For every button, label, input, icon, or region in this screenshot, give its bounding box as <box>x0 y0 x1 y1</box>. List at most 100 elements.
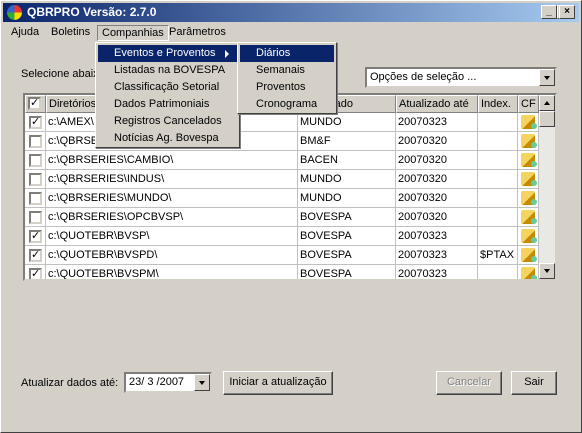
menu-item-registros-cancelados[interactable]: Registros Cancelados <box>98 113 237 130</box>
app-logo-icon <box>7 5 22 20</box>
cell-diretorio: c:\QBRSERIES\CAMBIO\ <box>46 151 298 170</box>
eventos-submenu: Diários Semanais Proventos Cronograma <box>237 42 337 114</box>
row-checkbox[interactable]: ✓ <box>29 230 42 243</box>
menu-item-listadas[interactable]: Listadas na BOVESPA <box>98 62 237 79</box>
companhias-dropdown: Eventos e Proventos Listadas na BOVESPA … <box>95 42 240 148</box>
cell-checkbox <box>25 151 46 170</box>
cell-index: $PTAX <box>478 246 518 265</box>
menu-item-label: Eventos e Proventos <box>114 47 216 59</box>
menu-item-eventos-proventos[interactable]: Eventos e Proventos <box>98 45 237 62</box>
cell-index <box>478 170 518 189</box>
menu-boletins[interactable]: Boletins <box>47 25 94 41</box>
row-checkbox[interactable] <box>29 154 42 167</box>
cell-cf <box>518 132 539 151</box>
cell-mercado: BOVESPA <box>298 227 396 246</box>
cell-atualizado: 20070320 <box>396 132 478 151</box>
cf-folder-icon[interactable] <box>521 172 537 186</box>
cell-cf <box>518 227 539 246</box>
calendar-dropdown-icon[interactable] <box>194 374 210 391</box>
row-checkbox[interactable] <box>29 173 42 186</box>
cancel-button[interactable]: Cancelar <box>436 371 502 395</box>
cell-index <box>478 113 518 132</box>
cell-checkbox <box>25 170 46 189</box>
menu-ajuda[interactable]: Ajuda <box>7 25 43 41</box>
cell-cf <box>518 208 539 227</box>
menu-parametros[interactable]: Parâmetros <box>165 25 230 41</box>
cf-folder-icon[interactable] <box>521 267 537 279</box>
cell-cf <box>518 265 539 279</box>
cf-folder-icon[interactable] <box>521 153 537 167</box>
submenu-item-diarios[interactable]: Diários <box>240 45 334 62</box>
header-select-all[interactable]: ✓ <box>25 95 46 113</box>
cell-cf <box>518 246 539 265</box>
submenu-item-semanais[interactable]: Semanais <box>240 62 334 79</box>
cell-atualizado: 20070320 <box>396 151 478 170</box>
cell-checkbox <box>25 208 46 227</box>
exit-button[interactable]: Sair <box>511 371 557 395</box>
row-checkbox[interactable] <box>29 135 42 148</box>
options-select-value: Opções de seleção ... <box>370 71 477 83</box>
cell-index <box>478 132 518 151</box>
submenu-item-proventos[interactable]: Proventos <box>240 79 334 96</box>
row-checkbox[interactable]: ✓ <box>29 249 42 262</box>
cell-checkbox <box>25 189 46 208</box>
app-window: QBRPRO Versão: 2.7.0 _ □ × Ajuda Boletin… <box>0 0 582 433</box>
start-update-button[interactable]: Iniciar a atualização <box>223 371 333 395</box>
date-picker[interactable]: 23/ 3 /2007 <box>124 372 212 393</box>
cell-mercado: BACEN <box>298 151 396 170</box>
cell-checkbox: ✓ <box>25 246 46 265</box>
cf-folder-icon[interactable] <box>521 248 537 262</box>
select-all-checkbox[interactable]: ✓ <box>28 97 41 110</box>
header-index[interactable]: Index. <box>478 95 518 113</box>
scroll-up-button[interactable] <box>539 95 555 111</box>
row-checkbox[interactable]: ✓ <box>29 268 42 279</box>
vertical-scrollbar[interactable] <box>539 95 555 279</box>
table-row[interactable]: c:\QBRSERIES\CAMBIO\ BACEN 20070320 <box>25 151 539 170</box>
table-row[interactable]: c:\QBRSERIES\MUNDO\ MUNDO 20070320 <box>25 189 539 208</box>
window-title: QBRPRO Versão: 2.7.0 <box>27 5 157 19</box>
cell-index <box>478 189 518 208</box>
cell-mercado: BOVESPA <box>298 265 396 279</box>
cell-diretorio: c:\QUOTEBR\BVSPM\ <box>46 265 298 279</box>
cf-folder-icon[interactable] <box>521 115 537 129</box>
cf-folder-icon[interactable] <box>521 191 537 205</box>
header-cf[interactable]: CF <box>518 95 539 113</box>
menu-companhias[interactable]: Companhias <box>97 25 169 41</box>
select-label: Selecione abaixo <box>21 68 105 80</box>
cell-index <box>478 151 518 170</box>
scroll-thumb[interactable] <box>539 111 555 127</box>
chevron-down-icon[interactable] <box>539 69 555 86</box>
menu-item-dados-patrimoniais[interactable]: Dados Patrimoniais <box>98 96 237 113</box>
cf-folder-icon[interactable] <box>521 134 537 148</box>
submenu-arrow-icon <box>225 50 229 58</box>
submenu-item-cronograma[interactable]: Cronograma <box>240 96 334 113</box>
cf-folder-icon[interactable] <box>521 229 537 243</box>
cell-atualizado: 20070320 <box>396 170 478 189</box>
cell-cf <box>518 151 539 170</box>
table-row[interactable]: ✓ c:\QUOTEBR\BVSPD\ BOVESPA 20070323 $PTAX <box>25 246 539 265</box>
row-checkbox[interactable] <box>29 192 42 205</box>
row-checkbox[interactable]: ✓ <box>29 116 42 129</box>
table-row[interactable]: c:\QBRSERIES\OPCBVSP\ BOVESPA 20070320 <box>25 208 539 227</box>
cell-checkbox: ✓ <box>25 265 46 279</box>
cf-folder-icon[interactable] <box>521 210 537 224</box>
row-checkbox[interactable] <box>29 211 42 224</box>
title-bar[interactable]: QBRPRO Versão: 2.7.0 _ □ <box>3 3 579 22</box>
minimize-button[interactable]: _ <box>541 5 557 19</box>
menu-item-noticias[interactable]: Notícias Ag. Bovespa <box>98 130 237 147</box>
cell-atualizado: 20070320 <box>396 189 478 208</box>
table-row[interactable]: c:\QBRSERIES\INDUS\ MUNDO 20070320 <box>25 170 539 189</box>
table-row[interactable]: ✓ c:\QUOTEBR\BVSP\ BOVESPA 20070323 <box>25 227 539 246</box>
options-select[interactable]: Opções de seleção ... <box>365 67 557 88</box>
cell-cf <box>518 189 539 208</box>
close-button[interactable]: × <box>559 5 575 19</box>
scroll-down-button[interactable] <box>539 263 555 279</box>
table-row[interactable]: ✓ c:\QUOTEBR\BVSPM\ BOVESPA 20070323 <box>25 265 539 279</box>
cell-atualizado: 20070323 <box>396 246 478 265</box>
update-until-label: Atualizar dados até: <box>21 377 119 389</box>
header-atualizado[interactable]: Atualizado até <box>396 95 478 113</box>
cell-mercado: MUNDO <box>298 170 396 189</box>
menu-item-classificacao[interactable]: Classificação Setorial <box>98 79 237 96</box>
cell-mercado: BOVESPA <box>298 208 396 227</box>
cell-mercado: MUNDO <box>298 113 396 132</box>
